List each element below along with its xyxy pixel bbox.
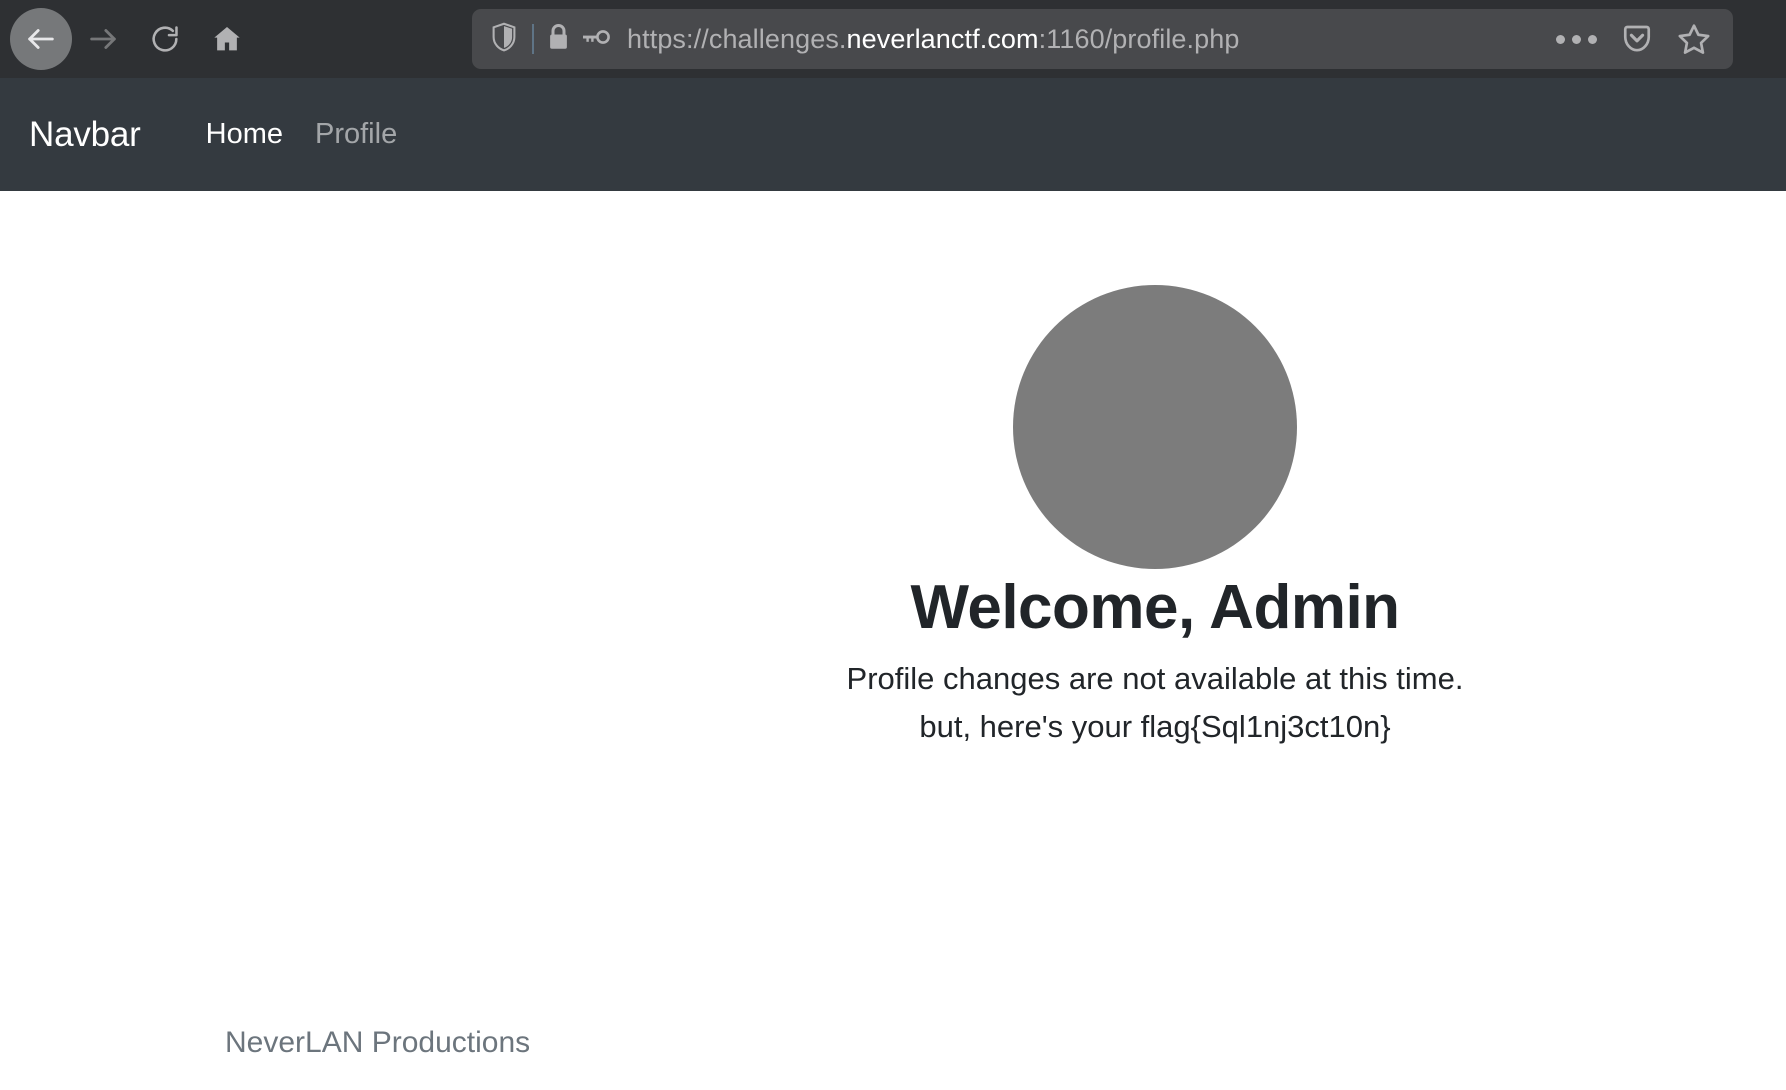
ellipsis-icon[interactable]	[1556, 34, 1597, 44]
key-icon[interactable]	[581, 29, 611, 50]
arrow-left-icon	[24, 22, 58, 56]
identity-block	[486, 22, 627, 57]
home-icon	[211, 23, 243, 55]
nav-link-home[interactable]: Home	[190, 118, 299, 151]
url-bar-actions	[1556, 22, 1715, 56]
url-bar[interactable]: https://challenges.neverlanctf.com:1160/…	[472, 9, 1733, 69]
page-content: Welcome, Admin Profile changes are not a…	[0, 191, 1786, 1090]
navbar-links: Home Profile	[190, 118, 414, 151]
url-host: neverlanctf.com	[846, 23, 1039, 54]
nav-link-profile[interactable]: Profile	[299, 118, 413, 151]
shield-icon[interactable]	[490, 22, 518, 57]
reload-icon	[149, 23, 181, 55]
home-button[interactable]	[196, 8, 258, 70]
profile-note-line-1: Profile changes are not available at thi…	[846, 661, 1464, 696]
url-bar-container[interactable]: https://challenges.neverlanctf.com:1160/…	[472, 9, 1733, 69]
forward-button[interactable]	[72, 8, 134, 70]
navbar-brand[interactable]: Navbar	[29, 115, 141, 155]
back-button[interactable]	[10, 8, 72, 70]
browser-nav-buttons	[0, 0, 258, 78]
site-navbar: Navbar Home Profile	[0, 78, 1786, 191]
padlock-icon[interactable]	[546, 22, 571, 57]
profile-note-line-2: but, here's your flag{Sql1nj3ct10n}	[919, 709, 1391, 744]
url-text[interactable]: https://challenges.neverlanctf.com:1160/…	[627, 24, 1556, 55]
profile-note: Profile changes are not available at thi…	[695, 655, 1615, 751]
reload-button[interactable]	[134, 8, 196, 70]
footer-text: NeverLAN Productions	[225, 1026, 531, 1059]
url-suffix: :1160/profile.php	[1038, 23, 1240, 54]
url-prefix: https://challenges.	[627, 23, 847, 54]
pocket-icon[interactable]	[1621, 23, 1653, 55]
arrow-right-icon	[86, 22, 120, 56]
star-outline-icon[interactable]	[1677, 22, 1711, 56]
avatar	[1013, 285, 1297, 569]
page-title: Welcome, Admin	[910, 573, 1400, 642]
browser-toolbar: https://challenges.neverlanctf.com:1160/…	[0, 0, 1786, 78]
identity-separator	[532, 24, 534, 54]
